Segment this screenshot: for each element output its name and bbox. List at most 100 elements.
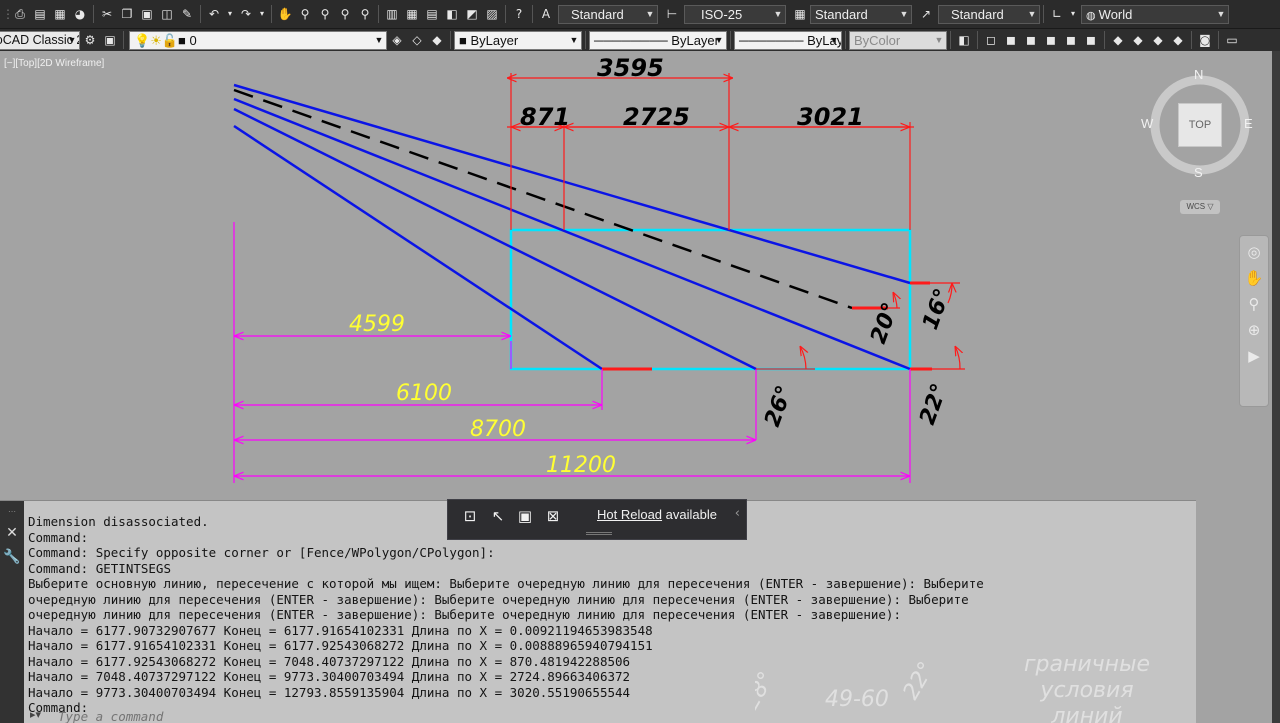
paste-icon[interactable]: ▣ bbox=[139, 6, 155, 22]
collapse-icon[interactable]: ‹ bbox=[735, 506, 740, 521]
customize-icon[interactable]: ▣ bbox=[102, 32, 118, 48]
copy-icon[interactable]: ❐ bbox=[119, 6, 135, 22]
design-center-icon[interactable]: ▦ bbox=[404, 6, 420, 22]
tool-palettes-icon[interactable]: ▤ bbox=[424, 6, 440, 22]
grip-icon[interactable]: ⋯ bbox=[3, 503, 21, 521]
2d-wireframe-icon[interactable]: ◻ bbox=[983, 32, 999, 48]
pointer-select-icon[interactable]: ↖ bbox=[488, 506, 508, 526]
zoom-realtime-icon[interactable]: ⚲ bbox=[297, 6, 313, 22]
make-current-layer-icon[interactable]: ◈ bbox=[389, 32, 405, 48]
sheet-set-icon[interactable]: ◧ bbox=[444, 6, 460, 22]
undo-icon[interactable]: ↶ bbox=[206, 6, 222, 22]
plotstyle-select[interactable]: ByColor ▼ bbox=[849, 30, 947, 50]
command-input[interactable] bbox=[58, 709, 1188, 723]
track-focus-icon[interactable]: ⊠ bbox=[543, 506, 563, 526]
ucs-icon[interactable]: ∟ bbox=[1049, 6, 1065, 22]
workspace-settings-icon[interactable]: ⚙ bbox=[82, 32, 98, 48]
dim-style-select[interactable]: ISO-25 ▼ bbox=[684, 4, 786, 24]
viewcube-south[interactable]: S bbox=[1194, 165, 1203, 180]
lights-icon[interactable]: ◆ bbox=[1150, 32, 1166, 48]
lineweight-select[interactable]: ─────── ByLayer▼ bbox=[734, 30, 842, 50]
drawing-canvas[interactable]: 3595 871 2725 3021 20° 16° 26° 22° 4599 … bbox=[0, 51, 1272, 500]
color-select[interactable]: ■ ByLayer ▼ bbox=[454, 30, 582, 50]
undo-dropdown-icon[interactable]: ▾ bbox=[226, 6, 234, 22]
publish-icon[interactable]: ▦ bbox=[52, 6, 68, 22]
help-icon[interactable]: ? bbox=[511, 6, 527, 22]
match-properties-icon[interactable]: ✎ bbox=[179, 6, 195, 22]
linetype-select[interactable]: ──────── ByLayer ▼ bbox=[589, 30, 727, 50]
calculator-icon[interactable]: ▨ bbox=[484, 6, 500, 22]
layer-value: 0 bbox=[189, 32, 197, 48]
viewcube[interactable]: N S W E TOP bbox=[1141, 67, 1253, 180]
standard-toolbar: ⋮ ⎙ ▤ ▦ ◕ ✂ ❐ ▣ ◫ ✎ ↶ ▾ ↷ ▾ ✋ ⚲ ⚲ ⚲ ⚲ ▥ … bbox=[0, 0, 1280, 29]
wrench-icon[interactable]: 🔧 bbox=[3, 548, 21, 566]
paste-block-icon[interactable]: ◫ bbox=[159, 6, 175, 22]
wcs-menu[interactable]: WCS ▽ bbox=[1180, 200, 1220, 214]
viewcube-east[interactable]: E bbox=[1244, 116, 1253, 131]
hidden-icon[interactable]: ◼ bbox=[1023, 32, 1039, 48]
zoom-previous-icon[interactable]: ⚲ bbox=[337, 6, 353, 22]
realistic-icon[interactable]: ◼ bbox=[1043, 32, 1059, 48]
select-element-icon[interactable]: ⊡ bbox=[460, 506, 480, 526]
print-icon[interactable]: ⎙ bbox=[12, 6, 28, 22]
ucs-select[interactable]: ◍ World ▼ bbox=[1081, 4, 1229, 24]
viewcube-north[interactable]: N bbox=[1194, 67, 1203, 82]
text-style-select[interactable]: Standard ▼ bbox=[558, 4, 658, 24]
drag-handle[interactable] bbox=[586, 532, 612, 535]
steering-wheel-icon[interactable]: ◎ bbox=[1244, 242, 1264, 262]
materials-icon[interactable]: ◆ bbox=[1170, 32, 1186, 48]
shade-modes-icon[interactable]: ◧ bbox=[956, 32, 972, 48]
redo-icon[interactable]: ↷ bbox=[238, 6, 254, 22]
blue-line-3[interactable] bbox=[233, 107, 757, 371]
workspace-select[interactable]: AutoCAD Classic 2015▼ bbox=[0, 30, 80, 50]
orbit-icon[interactable]: ⊕ bbox=[1244, 320, 1264, 340]
layer-states-icon[interactable]: ◆ bbox=[429, 32, 445, 48]
mleader-style-select[interactable]: Standard ▼ bbox=[938, 4, 1040, 24]
more-icon[interactable]: ▭ bbox=[1224, 32, 1240, 48]
hot-reload-link[interactable]: Hot Reload bbox=[597, 507, 662, 522]
command-history-line: Выберите основную линию, пересечение с к… bbox=[28, 576, 984, 591]
zoom-icon[interactable]: ⚲ bbox=[1244, 294, 1264, 314]
redo-dropdown-icon[interactable]: ▾ bbox=[258, 6, 266, 22]
mleader-style-icon[interactable]: ↗ bbox=[918, 6, 934, 22]
bottom-dim-labels: 4599 6100 8700 11200 bbox=[349, 312, 616, 478]
table-style-select[interactable]: Standard ▼ bbox=[810, 4, 912, 24]
table-style-icon[interactable]: ▦ bbox=[792, 6, 808, 22]
text-style-icon[interactable]: A bbox=[538, 6, 554, 22]
separator bbox=[505, 5, 506, 23]
display-layout-icon[interactable]: ▣ bbox=[515, 506, 535, 526]
cut-icon[interactable]: ✂ bbox=[99, 6, 115, 22]
showmotion-icon[interactable]: ▶ bbox=[1244, 346, 1264, 366]
command-chevron-icon[interactable]: ▸▾ bbox=[30, 708, 41, 721]
conceptual-icon[interactable]: ◼ bbox=[1063, 32, 1079, 48]
viewcube-top-face[interactable]: TOP bbox=[1178, 103, 1222, 147]
chevron-down-icon: ▼ bbox=[645, 8, 655, 19]
render-region-icon[interactable]: ◆ bbox=[1130, 32, 1146, 48]
zoom-window-icon[interactable]: ⚲ bbox=[317, 6, 333, 22]
layer-previous-icon[interactable]: ◇ bbox=[409, 32, 425, 48]
shaded-icon[interactable]: ◼ bbox=[1083, 32, 1099, 48]
layer-select[interactable]: 💡☀🔓■ 0 ▼ bbox=[129, 30, 387, 50]
drawing-viewport[interactable]: 3595 871 2725 3021 20° 16° 26° 22° 4599 … bbox=[0, 51, 1272, 500]
chevron-down-icon: ▼ bbox=[773, 8, 783, 19]
3d-wireframe-icon[interactable]: ◼ bbox=[1003, 32, 1019, 48]
pan-icon[interactable]: ✋ bbox=[1244, 268, 1264, 288]
blue-line-4[interactable] bbox=[233, 124, 603, 371]
close-icon[interactable]: ✕ bbox=[3, 524, 21, 542]
separator bbox=[585, 31, 586, 49]
3d-print-icon[interactable]: ◕ bbox=[72, 6, 88, 22]
vertical-scrollbar[interactable] bbox=[1272, 51, 1280, 723]
camera-icon[interactable]: ◙ bbox=[1197, 32, 1213, 48]
dim-style-icon[interactable]: ⊢ bbox=[664, 6, 680, 22]
markup-icon[interactable]: ◩ bbox=[464, 6, 480, 22]
ucs-dropdown-icon[interactable]: ▾ bbox=[1069, 6, 1077, 22]
viewcube-west[interactable]: W bbox=[1141, 116, 1153, 131]
render-icon[interactable]: ◆ bbox=[1110, 32, 1126, 48]
separator bbox=[93, 5, 94, 23]
properties-icon[interactable]: ▥ bbox=[384, 6, 400, 22]
plot-preview-icon[interactable]: ▤ bbox=[32, 6, 48, 22]
pan-icon[interactable]: ✋ bbox=[277, 6, 293, 22]
zoom-extents-icon[interactable]: ⚲ bbox=[357, 6, 373, 22]
viewport-controls-label[interactable]: [−][Top][2D Wireframe] bbox=[4, 58, 104, 69]
blue-line-2[interactable] bbox=[233, 97, 911, 371]
